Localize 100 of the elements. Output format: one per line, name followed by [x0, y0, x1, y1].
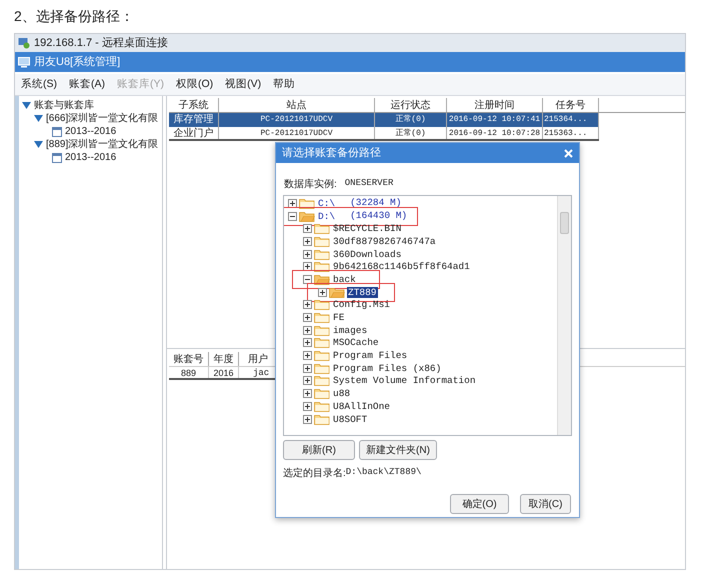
column-header[interactable]: 注册时间: [447, 98, 543, 112]
caret-down-icon[interactable]: [34, 141, 43, 148]
app-title: 用友U8[系统管理]: [34, 54, 120, 70]
expand-icon[interactable]: [303, 376, 312, 386]
folder-icon: [329, 286, 345, 298]
expand-icon[interactable]: [288, 198, 297, 208]
close-icon[interactable]: [564, 148, 573, 158]
column-header[interactable]: 账套号: [169, 352, 209, 366]
expand-icon[interactable]: [303, 414, 312, 424]
window-title: 192.168.1.7 - 远程桌面连接: [34, 36, 168, 51]
folder-icon: [314, 299, 330, 310]
expand-icon[interactable]: [303, 326, 312, 335]
monitor-icon: [18, 56, 30, 68]
selected-path: D:\back\ZT889\: [346, 466, 422, 480]
expand-icon[interactable]: [303, 300, 312, 310]
tree-item[interactable]: 2013--2016: [65, 126, 116, 138]
folder-item[interactable]: MSOCache: [332, 337, 380, 348]
folder-item[interactable]: FE: [332, 312, 346, 324]
table-cell: 2016-09-12 10:07:28: [447, 127, 543, 139]
folder-icon: [314, 324, 330, 336]
table-cell: 2016: [209, 367, 239, 378]
folder-item[interactable]: u88: [332, 388, 352, 400]
folder-item[interactable]: Program Files: [332, 350, 408, 362]
refresh-button[interactable]: 刷新(R): [283, 440, 355, 460]
folder-item[interactable]: U8AllInOne: [332, 400, 392, 412]
expand-icon[interactable]: [303, 338, 312, 348]
expand-icon[interactable]: [318, 288, 327, 297]
folder-item[interactable]: Program Files (x86): [332, 362, 442, 374]
caret-down-icon[interactable]: [34, 115, 43, 122]
folder-icon: [314, 400, 330, 412]
caret-down-icon[interactable]: [22, 102, 31, 109]
expand-icon[interactable]: [303, 250, 312, 259]
remote-desktop-icon: [18, 37, 30, 49]
tree-item[interactable]: 账套与账套库: [34, 100, 94, 112]
column-header[interactable]: 子系统: [169, 98, 219, 112]
folder-item[interactable]: $RECYCLE.BIN: [332, 223, 402, 234]
menu-item[interactable]: 视图(V): [225, 76, 262, 92]
tree-item[interactable]: [889]深圳皆一堂文化有限: [46, 138, 158, 150]
drive-item[interactable]: D:\: [317, 210, 336, 222]
folder-icon: [314, 414, 330, 425]
folder-icon: [314, 375, 330, 386]
folder-icon: [314, 236, 330, 247]
expand-icon[interactable]: [303, 389, 312, 398]
column-header[interactable]: 运行状态: [375, 98, 447, 112]
scrollbar[interactable]: [557, 196, 571, 435]
menu-item[interactable]: 帮助: [273, 76, 296, 92]
instance-label: 数据库实例:: [284, 178, 337, 192]
folder-item[interactable]: back: [332, 274, 357, 285]
folder-icon: [314, 223, 330, 234]
table-cell: 215363...: [543, 127, 599, 139]
collapse-icon[interactable]: [288, 212, 297, 221]
tree-item[interactable]: [666]深圳皆一堂文化有限: [46, 112, 158, 124]
table-cell: 企业门户: [169, 127, 219, 139]
folder-icon: [299, 210, 315, 222]
table-row[interactable]: 企业门户 PC-20121017UDCV 正常(0) 2016-09-12 10:07:28 215363...: [169, 127, 599, 141]
ok-button[interactable]: 确定(O): [450, 494, 509, 514]
dialog-title: 请选择账套备份路径: [282, 146, 381, 161]
expand-icon[interactable]: [303, 402, 312, 411]
drive-size: (164430 M): [350, 208, 408, 223]
selected-path-label: 选定的目录名:: [283, 466, 346, 480]
table-cell: 889: [169, 367, 209, 378]
column-header[interactable]: 年度: [209, 352, 239, 366]
tree-item[interactable]: 2013--2016: [65, 152, 116, 164]
cancel-button[interactable]: 取消(C): [520, 494, 571, 514]
instance-value: ONESERVER: [344, 177, 394, 190]
calendar-icon: [52, 126, 62, 136]
folder-item[interactable]: System Volume Information: [332, 375, 477, 386]
column-header[interactable]: 站点: [219, 98, 375, 112]
folder-item[interactable]: 9b642168c1146b5ff8f64ad1: [332, 261, 471, 272]
expand-icon[interactable]: [303, 236, 312, 246]
drive-item[interactable]: C:\: [317, 198, 336, 209]
expand-icon[interactable]: [303, 262, 312, 272]
folder-icon: [314, 337, 330, 348]
folder-item[interactable]: 360Downloads: [332, 248, 402, 260]
menu-item[interactable]: 权限(O): [176, 76, 214, 92]
step-heading: 2、选择备份路径：: [14, 8, 134, 24]
drive-size: (32284 M): [350, 196, 402, 210]
table-row[interactable]: 库存管理 PC-20121017UDCV 正常(0) 2016-09-12 10:07:41 215364...: [169, 113, 599, 127]
column-header[interactable]: 任务号: [543, 98, 599, 112]
folder-icon: [314, 248, 330, 260]
folder-item[interactable]: 30df8879826746747a: [332, 236, 437, 247]
expand-icon[interactable]: [303, 351, 312, 360]
folder-icon: [314, 350, 330, 362]
new-folder-button[interactable]: 新建文件夹(N): [359, 440, 437, 460]
table-cell: 正常(0): [375, 127, 447, 139]
folder-item[interactable]: images: [332, 324, 368, 336]
calendar-icon: [52, 152, 62, 162]
menu-item[interactable]: 系统(S): [21, 76, 57, 92]
folder-item[interactable]: ZT889: [347, 286, 378, 298]
folder-item[interactable]: U8SOFT: [332, 414, 368, 425]
folder-item[interactable]: Config.Msi: [332, 299, 392, 310]
folder-icon: [314, 312, 330, 324]
table-cell: PC-20121017UDCV: [219, 127, 375, 139]
expand-icon[interactable]: [303, 224, 312, 234]
collapse-icon[interactable]: [303, 274, 312, 284]
folder-icon: [314, 388, 330, 400]
folder-icon: [314, 362, 330, 374]
expand-icon[interactable]: [303, 364, 312, 373]
expand-icon[interactable]: [303, 313, 312, 322]
menu-item[interactable]: 账套(A): [69, 76, 105, 92]
